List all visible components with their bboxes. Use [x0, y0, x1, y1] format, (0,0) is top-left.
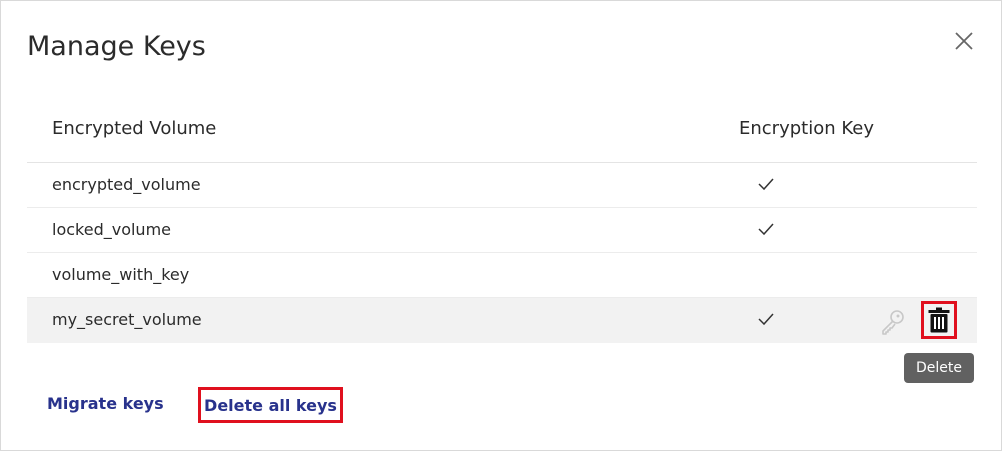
close-button[interactable] [952, 29, 976, 53]
column-header-encryption-key: Encryption Key [739, 118, 874, 139]
check-icon [758, 178, 774, 191]
key-icon[interactable] [879, 307, 907, 335]
delete-all-keys-label: Delete all keys [204, 395, 337, 415]
table-row[interactable]: locked_volume [27, 208, 977, 253]
manage-keys-dialog: Manage Keys Encrypted Volume Encryption … [0, 0, 1002, 451]
column-header-encrypted-volume: Encrypted Volume [52, 118, 217, 139]
volume-name: volume_with_key [52, 265, 190, 284]
check-icon [758, 313, 774, 326]
trash-icon [928, 307, 950, 333]
check-icon [758, 223, 774, 236]
close-icon [955, 32, 973, 50]
migrate-keys-link[interactable]: Migrate keys [47, 394, 164, 413]
delete-key-button[interactable] [921, 301, 957, 339]
delete-all-keys-link[interactable]: Delete all keys [198, 387, 343, 423]
keys-table: Encrypted Volume Encryption Key encrypte… [27, 97, 977, 343]
volume-name: my_secret_volume [52, 310, 202, 329]
table-row-selected[interactable]: my_secret_volume [27, 298, 977, 343]
volume-name: encrypted_volume [52, 175, 201, 194]
table-row[interactable]: volume_with_key [27, 253, 977, 298]
table-header: Encrypted Volume Encryption Key [27, 97, 977, 163]
delete-tooltip: Delete [904, 353, 974, 383]
volume-name: locked_volume [52, 220, 171, 239]
dialog-title: Manage Keys [27, 31, 206, 62]
table-row[interactable]: encrypted_volume [27, 163, 977, 208]
